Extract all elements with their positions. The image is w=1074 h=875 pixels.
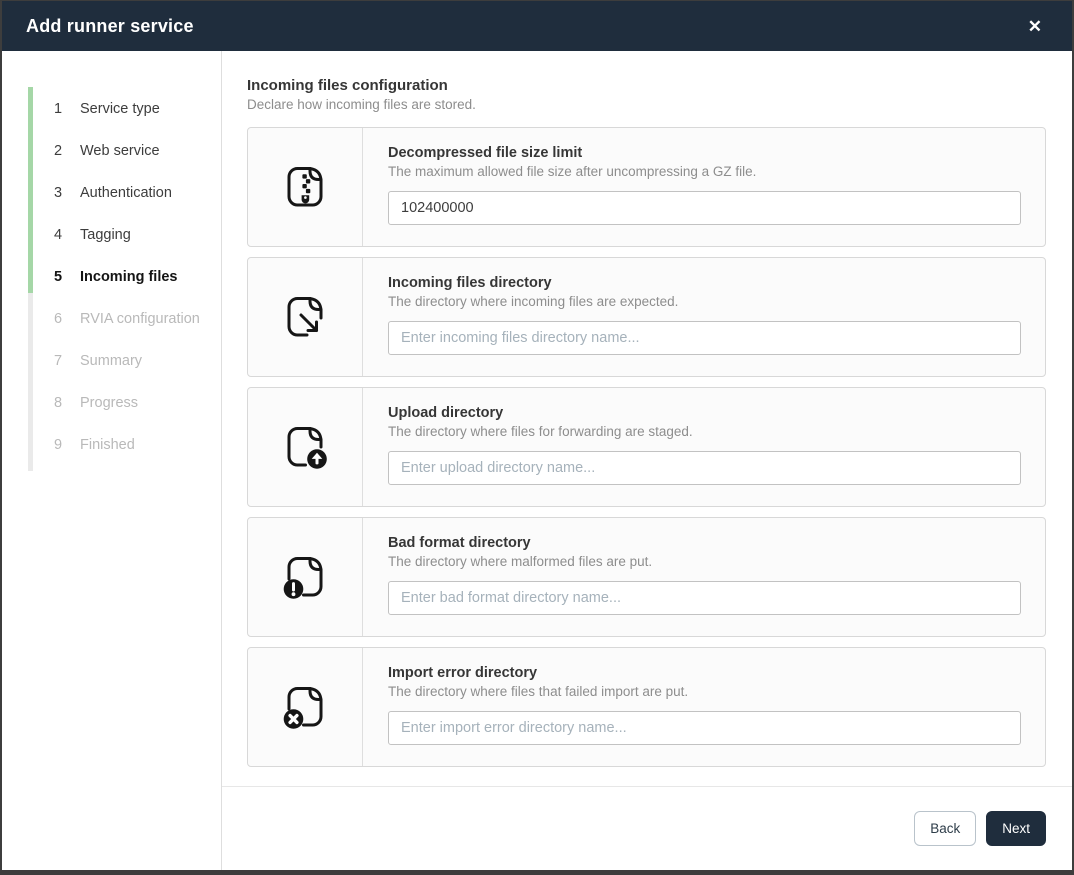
step-content: Incoming files configuration Declare how… [222,51,1072,870]
modal-header: Add runner service ✕ [2,1,1072,51]
field-icon-cell [248,648,363,766]
wizard-footer: Back Next [222,786,1072,871]
file-alert-icon [277,549,333,605]
field-title: Bad format directory [388,535,1021,551]
modal-title: Add runner service [26,16,194,37]
step-number: 3 [54,185,80,201]
import-error-directory-card: Import error directory The directory whe… [247,647,1046,767]
sidebar-step-service-type[interactable]: 1 Service type [2,88,221,130]
field-title: Import error directory [388,665,1021,681]
back-button[interactable]: Back [914,811,976,847]
page-title: Incoming files configuration [247,77,1046,94]
step-number: 5 [54,269,80,285]
incoming-files-directory-input[interactable] [388,321,1021,355]
import-error-directory-input[interactable] [388,711,1021,745]
field-title: Upload directory [388,405,1021,421]
step-label: RVIA configuration [80,311,200,327]
step-label: Summary [80,353,142,369]
step-number: 9 [54,437,80,453]
field-card-list: Decompressed file size limit The maximum… [247,127,1046,767]
field-icon-cell [248,128,363,246]
step-number: 4 [54,227,80,243]
step-number: 7 [54,353,80,369]
field-description: The maximum allowed file size after unco… [388,164,1021,179]
field-icon-cell [248,388,363,506]
field-icon-cell [248,258,363,376]
field-icon-cell [248,518,363,636]
next-button[interactable]: Next [986,811,1046,847]
sidebar-step-incoming-files[interactable]: 5 Incoming files [2,256,221,298]
step-label: Tagging [80,227,131,243]
file-incoming-icon [277,289,333,345]
step-list: 1 Service type 2 Web service 3 Authentic… [2,88,221,466]
step-label: Incoming files [80,269,178,285]
bad-format-directory-input[interactable] [388,581,1021,615]
sidebar-step-authentication[interactable]: 3 Authentication [2,172,221,214]
incoming-files-directory-card: Incoming files directory The directory w… [247,257,1046,377]
sidebar-step-finished[interactable]: 9 Finished [2,424,221,466]
step-label: Progress [80,395,138,411]
upload-directory-input[interactable] [388,451,1021,485]
step-number: 6 [54,311,80,327]
modal-body: 1 Service type 2 Web service 3 Authentic… [2,51,1072,870]
decompressed-file-size-limit-card: Decompressed file size limit The maximum… [247,127,1046,247]
step-label: Authentication [80,185,172,201]
upload-directory-card: Upload directory The directory where fil… [247,387,1046,507]
sidebar-step-rvia-configuration[interactable]: 6 RVIA configuration [2,298,221,340]
sidebar-step-tagging[interactable]: 4 Tagging [2,214,221,256]
add-runner-service-modal: Add runner service ✕ 1 Service type 2 We… [2,1,1072,870]
sidebar-step-web-service[interactable]: 2 Web service [2,130,221,172]
field-title: Decompressed file size limit [388,145,1021,161]
step-label: Web service [80,143,160,159]
file-error-icon [277,679,333,735]
file-upload-icon [277,419,333,475]
wizard-sidebar: 1 Service type 2 Web service 3 Authentic… [2,51,222,870]
close-icon[interactable]: ✕ [1022,14,1048,39]
step-number: 2 [54,143,80,159]
sidebar-step-progress[interactable]: 8 Progress [2,382,221,424]
page-subtitle: Declare how incoming files are stored. [247,97,1046,112]
field-description: The directory where malformed files are … [388,554,1021,569]
file-zip-icon [277,159,333,215]
form-area: Incoming files configuration Declare how… [222,51,1072,786]
step-number: 8 [54,395,80,411]
field-description: The directory where files for forwarding… [388,424,1021,439]
field-description: The directory where files that failed im… [388,684,1021,699]
step-label: Finished [80,437,135,453]
bad-format-directory-card: Bad format directory The directory where… [247,517,1046,637]
step-label: Service type [80,101,160,117]
field-title: Incoming files directory [388,275,1021,291]
step-number: 1 [54,101,80,117]
decompressed-file-size-limit-input[interactable] [388,191,1021,225]
sidebar-step-summary[interactable]: 7 Summary [2,340,221,382]
field-description: The directory where incoming files are e… [388,294,1021,309]
